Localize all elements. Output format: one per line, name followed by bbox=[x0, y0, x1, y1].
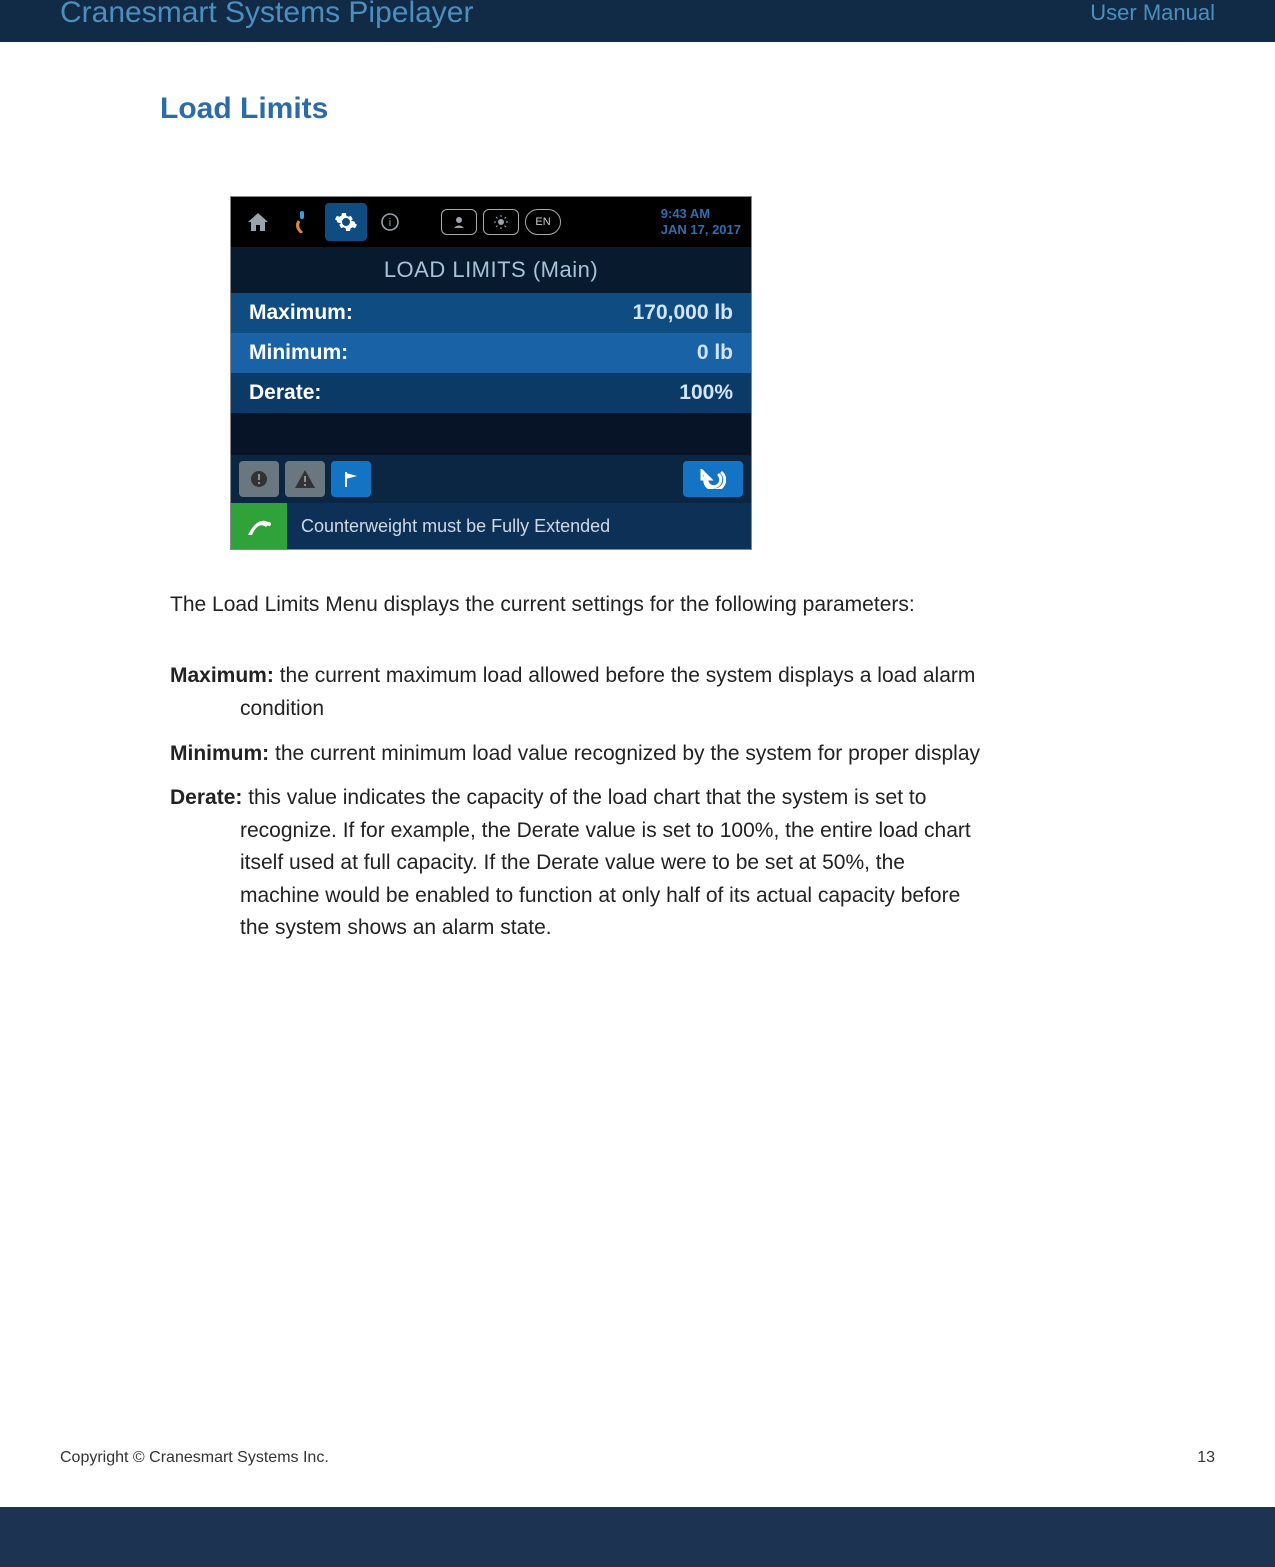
def-der-text-5: the system shows an alarm state. bbox=[170, 912, 1095, 945]
row-derate-value: 100% bbox=[679, 381, 733, 405]
row-maximum-label: Maximum: bbox=[249, 301, 353, 325]
counterweight-icon bbox=[231, 503, 287, 549]
def-min-label: Minimum: bbox=[170, 742, 269, 765]
def-der-text-3: itself used at full capacity. If the Der… bbox=[170, 847, 1095, 880]
def-der-text-4: machine would be enabled to function at … bbox=[170, 880, 1095, 913]
language-badge[interactable]: EN bbox=[525, 209, 561, 235]
device-footer-bar bbox=[231, 455, 751, 503]
device-screenshot: i EN 9:43 AM JAN 17, 2017 LOAD bbox=[230, 196, 752, 550]
page-header: Cranesmart Systems Pipelayer User Manual bbox=[0, 0, 1275, 42]
device-status-text: Counterweight must be Fully Extended bbox=[287, 516, 610, 537]
flag-icon[interactable] bbox=[331, 461, 371, 497]
row-maximum-value: 170,000 lb bbox=[633, 301, 733, 325]
device-spacer bbox=[231, 413, 751, 455]
user-icon[interactable] bbox=[441, 209, 477, 235]
footer-page-number: 13 bbox=[1197, 1449, 1215, 1467]
page-bottom-bar bbox=[0, 1507, 1275, 1567]
alert-circle-icon[interactable] bbox=[239, 461, 279, 497]
device-status-message: Counterweight must be Fully Extended bbox=[231, 503, 751, 549]
device-screen-title: LOAD LIMITS (Main) bbox=[231, 247, 751, 293]
header-doc-type: User Manual bbox=[1090, 0, 1215, 26]
page-footer: Copyright © Cranesmart Systems Inc. 13 bbox=[60, 1449, 1215, 1467]
def-max-label: Maximum: bbox=[170, 664, 274, 687]
warning-triangle-icon[interactable] bbox=[285, 461, 325, 497]
device-top-bar: i EN 9:43 AM JAN 17, 2017 bbox=[231, 197, 751, 247]
info-icon[interactable]: i bbox=[369, 203, 411, 241]
def-max-text-1: the current maximum load allowed before … bbox=[280, 664, 976, 687]
svg-text:i: i bbox=[389, 217, 391, 229]
home-icon[interactable] bbox=[237, 203, 279, 241]
def-min-text: the current minimum load value recognize… bbox=[275, 742, 980, 765]
section-heading: Load Limits bbox=[160, 92, 1215, 126]
definition-maximum: Maximum: the current maximum load allowe… bbox=[170, 660, 1095, 725]
row-minimum-label: Minimum: bbox=[249, 341, 348, 365]
cranesmart-logo-icon[interactable] bbox=[281, 203, 323, 241]
row-maximum[interactable]: Maximum: 170,000 lb bbox=[231, 293, 751, 333]
intro-paragraph: The Load Limits Menu displays the curren… bbox=[170, 590, 1095, 620]
device-clock: 9:43 AM JAN 17, 2017 bbox=[661, 206, 745, 237]
footer-copyright: Copyright © Cranesmart Systems Inc. bbox=[60, 1449, 329, 1467]
row-minimum-value: 0 lb bbox=[697, 341, 733, 365]
device-time: 9:43 AM bbox=[661, 206, 741, 222]
def-max-text-2: condition bbox=[170, 693, 1095, 726]
row-derate[interactable]: Derate: 100% bbox=[231, 373, 751, 413]
row-minimum[interactable]: Minimum: 0 lb bbox=[231, 333, 751, 373]
definition-minimum: Minimum: the current minimum load value … bbox=[170, 738, 1095, 771]
device-date: JAN 17, 2017 bbox=[661, 222, 741, 238]
def-der-text-1: this value indicates the capacity of the… bbox=[248, 786, 926, 809]
row-derate-label: Derate: bbox=[249, 381, 321, 405]
brightness-icon[interactable] bbox=[483, 209, 519, 235]
def-der-label: Derate: bbox=[170, 786, 242, 809]
header-product-title: Cranesmart Systems Pipelayer bbox=[60, 0, 473, 30]
back-undo-icon[interactable] bbox=[683, 461, 743, 497]
gear-icon[interactable] bbox=[325, 203, 367, 241]
definition-derate: Derate: this value indicates the capacit… bbox=[170, 782, 1095, 945]
def-der-text-2: recognize. If for example, the Derate va… bbox=[170, 815, 1095, 848]
